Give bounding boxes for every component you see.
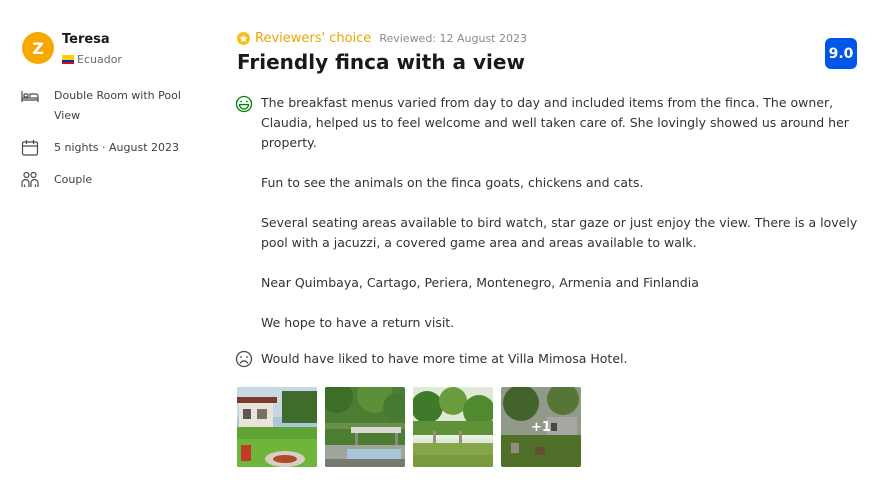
avatar: Z xyxy=(22,32,54,64)
liked-paragraph: Several seating areas available to bird … xyxy=(261,215,858,250)
disliked-text: Would have liked to have more time at Vi… xyxy=(261,351,628,366)
liked-paragraph: We hope to have a return visit. xyxy=(261,315,455,330)
photo-pool-trees xyxy=(325,387,405,467)
reviewer-name: Teresa xyxy=(62,32,110,47)
traveler-type: Couple xyxy=(20,170,220,190)
review-photos: +1 xyxy=(237,387,581,467)
bed-icon xyxy=(21,91,39,102)
review-title: Friendly finca with a view xyxy=(237,50,525,74)
review-photo-more[interactable]: +1 xyxy=(501,387,581,467)
room-type-label: Double Room with Pool View xyxy=(54,89,181,122)
photo-garden-house xyxy=(237,387,317,467)
review-header: Reviewers' choice Reviewed: 12 August 20… xyxy=(237,31,527,46)
liked-paragraph: Near Quimbaya, Cartago, Periera, Montene… xyxy=(261,275,699,290)
stay-duration-label: 5 nights · August 2023 xyxy=(54,141,179,154)
review-photo[interactable] xyxy=(325,387,405,467)
photo-trees-fence xyxy=(413,387,493,467)
review-score: 9.0 xyxy=(825,38,857,69)
group-icon xyxy=(21,171,39,187)
reviewers-choice-badge: Reviewers' choice xyxy=(255,31,372,46)
review-photo[interactable] xyxy=(237,387,317,467)
liked-paragraph: The breakfast menus varied from day to d… xyxy=(261,95,849,150)
traveler-type-label: Couple xyxy=(54,173,93,186)
reviewer-country: Ecuador xyxy=(62,53,122,66)
liked-text: The breakfast menus varied from day to d… xyxy=(261,93,861,333)
smile-icon xyxy=(235,95,253,113)
liked-paragraph: Fun to see the animals on the finca goat… xyxy=(261,175,644,190)
more-photos-count: +1 xyxy=(501,387,581,467)
review-photo[interactable] xyxy=(413,387,493,467)
calendar-icon xyxy=(21,140,39,156)
review-date: Reviewed: 12 August 2023 xyxy=(379,32,527,45)
frown-icon xyxy=(235,350,253,368)
star-icon xyxy=(237,32,250,45)
room-type: Double Room with Pool View xyxy=(20,86,220,126)
ecuador-flag-icon xyxy=(62,55,74,64)
stay-duration: 5 nights · August 2023 xyxy=(20,138,220,158)
country-label: Ecuador xyxy=(77,53,122,66)
